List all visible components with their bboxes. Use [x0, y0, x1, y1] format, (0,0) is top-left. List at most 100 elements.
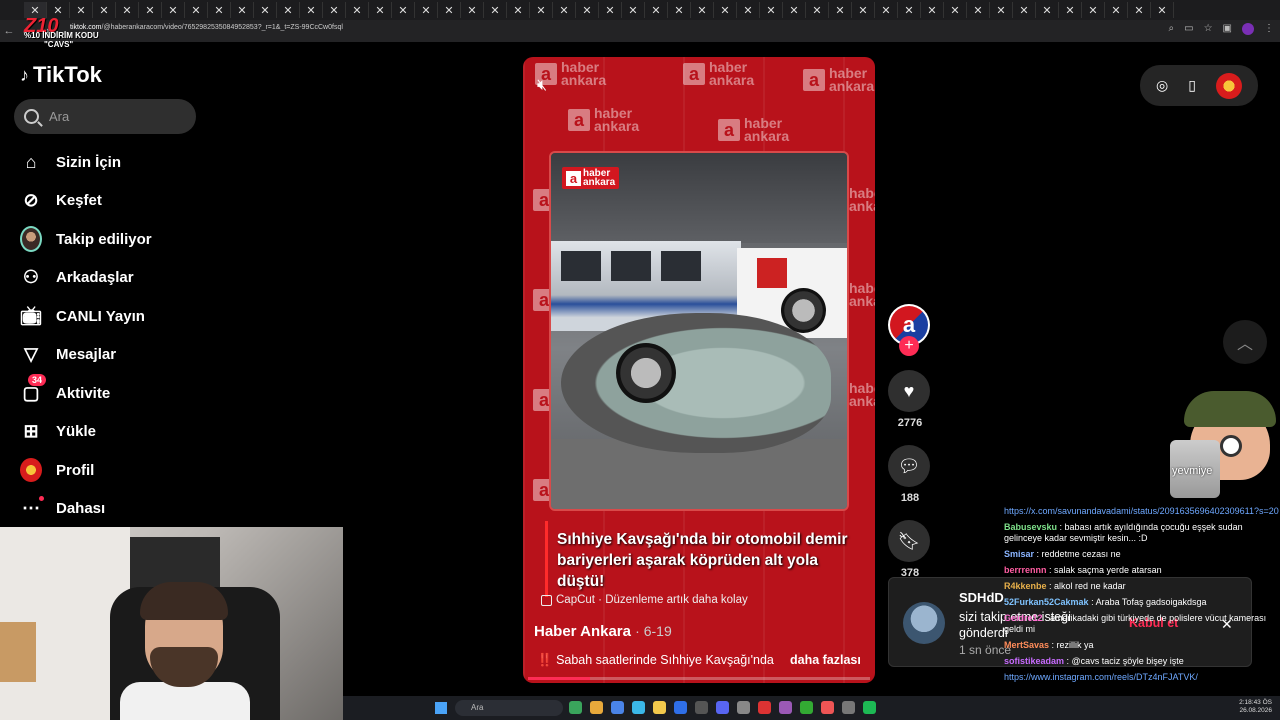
tiktok-logo[interactable]: ♪ TikTok: [20, 62, 102, 88]
previous-video-button[interactable]: ︿: [1223, 320, 1267, 364]
browser-tab[interactable]: ✕: [875, 2, 898, 18]
app-icon[interactable]: [821, 701, 834, 714]
browser-tab[interactable]: ✕: [1105, 2, 1128, 18]
browser-tab[interactable]: ✕: [507, 2, 530, 18]
browser-tab[interactable]: ✕: [1036, 2, 1059, 18]
follow-plus-icon[interactable]: +: [899, 336, 919, 356]
browser-tab[interactable]: ✕: [783, 2, 806, 18]
capcut-link[interactable]: CapCut · Düzenleme artık daha kolay: [541, 594, 748, 606]
comment-button[interactable]: 💬︎: [888, 445, 930, 487]
app-icon[interactable]: [695, 701, 708, 714]
browser-tab[interactable]: ✕: [806, 2, 829, 18]
sidebar-item-friends[interactable]: ⚇ Arkadaşlar: [20, 259, 152, 298]
browser-tab[interactable]: ✕: [852, 2, 875, 18]
app-icon[interactable]: [800, 701, 813, 714]
bookmark-star-icon[interactable]: ☆: [1204, 23, 1213, 35]
sidebar-item-explore[interactable]: ⊘ Keşfet: [20, 182, 152, 221]
browser-menu-icon[interactable]: ⋮: [1264, 23, 1274, 35]
browser-tab[interactable]: ✕: [576, 2, 599, 18]
browser-tab[interactable]: ✕: [208, 2, 231, 18]
chrome-icon[interactable]: [590, 701, 603, 714]
like-button[interactable]: ♥: [888, 370, 930, 412]
browser-tab[interactable]: ✕: [760, 2, 783, 18]
extensions-icon[interactable]: ▣: [1223, 23, 1232, 35]
browser-tab[interactable]: ✕: [530, 2, 553, 18]
browser-tab[interactable]: ✕: [461, 2, 484, 18]
browser-tab[interactable]: ✕: [553, 2, 576, 18]
sidebar-item-activity[interactable]: ▢ 34 Aktivite: [20, 374, 152, 413]
see-more-link[interactable]: daha fazlası: [790, 653, 861, 667]
browser-tab[interactable]: ✕: [645, 2, 668, 18]
browser-profile-avatar[interactable]: [1242, 23, 1254, 35]
browser-tab[interactable]: ✕: [415, 2, 438, 18]
browser-tab[interactable]: ✕: [484, 2, 507, 18]
browser-tab[interactable]: ✕: [967, 2, 990, 18]
coins-icon[interactable]: ◎: [1156, 77, 1168, 94]
taskbar-clock[interactable]: 2:18:43 ÖS 26.08.2026: [1239, 699, 1272, 715]
chat-link[interactable]: https://x.com/savunandavadami/status/209…: [1004, 506, 1279, 516]
browser-tab[interactable]: ✕: [438, 2, 461, 18]
browser-tab[interactable]: ✕: [139, 2, 162, 18]
browser-tab[interactable]: ✕: [1059, 2, 1082, 18]
app-icon[interactable]: [611, 701, 624, 714]
sidebar-item-upload[interactable]: ⊞ Yükle: [20, 413, 152, 452]
zoom-icon[interactable]: ⌕: [1169, 23, 1175, 35]
browser-tab[interactable]: ✕: [300, 2, 323, 18]
browser-tab[interactable]: ✕: [714, 2, 737, 18]
search-input[interactable]: Ara: [14, 99, 196, 134]
sidebar-item-messages[interactable]: ▽ Mesajlar: [20, 336, 152, 375]
browser-tab[interactable]: ✕: [737, 2, 760, 18]
taskbar-search[interactable]: Ara: [455, 700, 563, 716]
sidebar-item-profile[interactable]: Profil: [20, 451, 152, 490]
sidebar-item-following[interactable]: Takip ediliyor: [20, 220, 152, 259]
browser-tab[interactable]: ✕: [1151, 2, 1174, 18]
browser-tab[interactable]: ✕: [346, 2, 369, 18]
video-player[interactable]: a haber ankara a haber ankara a haber ankara a hab…: [523, 57, 875, 683]
browser-tab[interactable]: ✕: [185, 2, 208, 18]
creator-avatar[interactable]: a +: [888, 304, 930, 356]
video-progress-bar[interactable]: [528, 677, 870, 680]
browser-tab[interactable]: ✕: [921, 2, 944, 18]
browser-tab[interactable]: ✕: [162, 2, 185, 18]
browser-tab[interactable]: ✕: [116, 2, 139, 18]
browser-tab[interactable]: ✕: [369, 2, 392, 18]
sidebar-item-more[interactable]: ⋯ Dahası: [20, 490, 152, 529]
folder-icon[interactable]: [653, 701, 666, 714]
browser-tab[interactable]: ✕: [93, 2, 116, 18]
browser-tab[interactable]: ✕: [599, 2, 622, 18]
discord-icon[interactable]: [716, 701, 729, 714]
spotify-icon[interactable]: [863, 701, 876, 714]
user-avatar[interactable]: [1215, 72, 1242, 99]
browser-tab[interactable]: ✕: [254, 2, 277, 18]
chat-link[interactable]: https://www.instagram.com/reels/DTz4nFJA…: [1004, 672, 1198, 682]
app-icon[interactable]: [737, 701, 750, 714]
browser-tab[interactable]: ✕: [829, 2, 852, 18]
edge-icon[interactable]: [632, 701, 645, 714]
browser-tab[interactable]: ✕: [1082, 2, 1105, 18]
browser-tab[interactable]: ✕: [944, 2, 967, 18]
app-icon[interactable]: [674, 701, 687, 714]
back-icon[interactable]: ←: [0, 25, 18, 37]
app-icon[interactable]: [842, 701, 855, 714]
browser-tab[interactable]: ✕: [70, 2, 93, 18]
save-button[interactable]: 🔖︎: [888, 520, 930, 562]
app-icon[interactable]: [779, 701, 792, 714]
phone-app-icon[interactable]: ▯: [1188, 77, 1196, 94]
browser-tab[interactable]: ✕: [392, 2, 415, 18]
url-field[interactable]: tiktok.com/@haberankaracom/video/7652982…: [70, 24, 343, 31]
muted-speaker-icon[interactable]: 🔇︎: [537, 77, 547, 95]
cast-icon[interactable]: ▭: [1184, 23, 1193, 35]
browser-tab[interactable]: ✕: [1128, 2, 1151, 18]
browser-tab[interactable]: ✕: [622, 2, 645, 18]
browser-tab[interactable]: ✕: [898, 2, 921, 18]
browser-tab[interactable]: ✕: [691, 2, 714, 18]
browser-tab[interactable]: ✕: [231, 2, 254, 18]
browser-tab[interactable]: ✕: [668, 2, 691, 18]
browser-tab[interactable]: ✕: [990, 2, 1013, 18]
app-icon[interactable]: [758, 701, 771, 714]
browser-tab[interactable]: ✕: [323, 2, 346, 18]
sidebar-item-for-you[interactable]: ⌂ Sizin İçin: [20, 143, 152, 182]
sidebar-item-live[interactable]: 📺︎ CANLI Yayın: [20, 297, 152, 336]
browser-tab[interactable]: ✕: [277, 2, 300, 18]
video-author[interactable]: Haber Ankara · 6-19: [534, 623, 672, 640]
